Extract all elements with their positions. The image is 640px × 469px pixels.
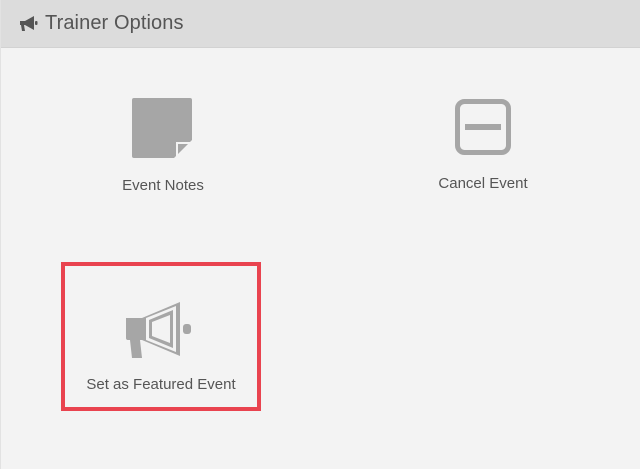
event-notes-label: Event Notes bbox=[122, 177, 204, 194]
panel-title: Trainer Options bbox=[45, 12, 184, 34]
megaphone-icon bbox=[20, 15, 38, 31]
cancel-event-label: Cancel Event bbox=[438, 175, 528, 192]
note-icon bbox=[132, 98, 192, 158]
panel-header: Trainer Options bbox=[1, 0, 640, 48]
megaphone-icon bbox=[126, 302, 191, 358]
event-notes-option[interactable]: Event Notes bbox=[65, 98, 261, 194]
minus-square-icon bbox=[455, 99, 511, 155]
cancel-event-option[interactable]: Cancel Event bbox=[385, 98, 581, 192]
set-featured-event-label: Set as Featured Event bbox=[86, 376, 236, 393]
trainer-options-panel: Trainer Options Event Notes Cancel Event… bbox=[0, 0, 640, 469]
set-featured-event-option[interactable]: Set as Featured Event bbox=[61, 262, 261, 411]
